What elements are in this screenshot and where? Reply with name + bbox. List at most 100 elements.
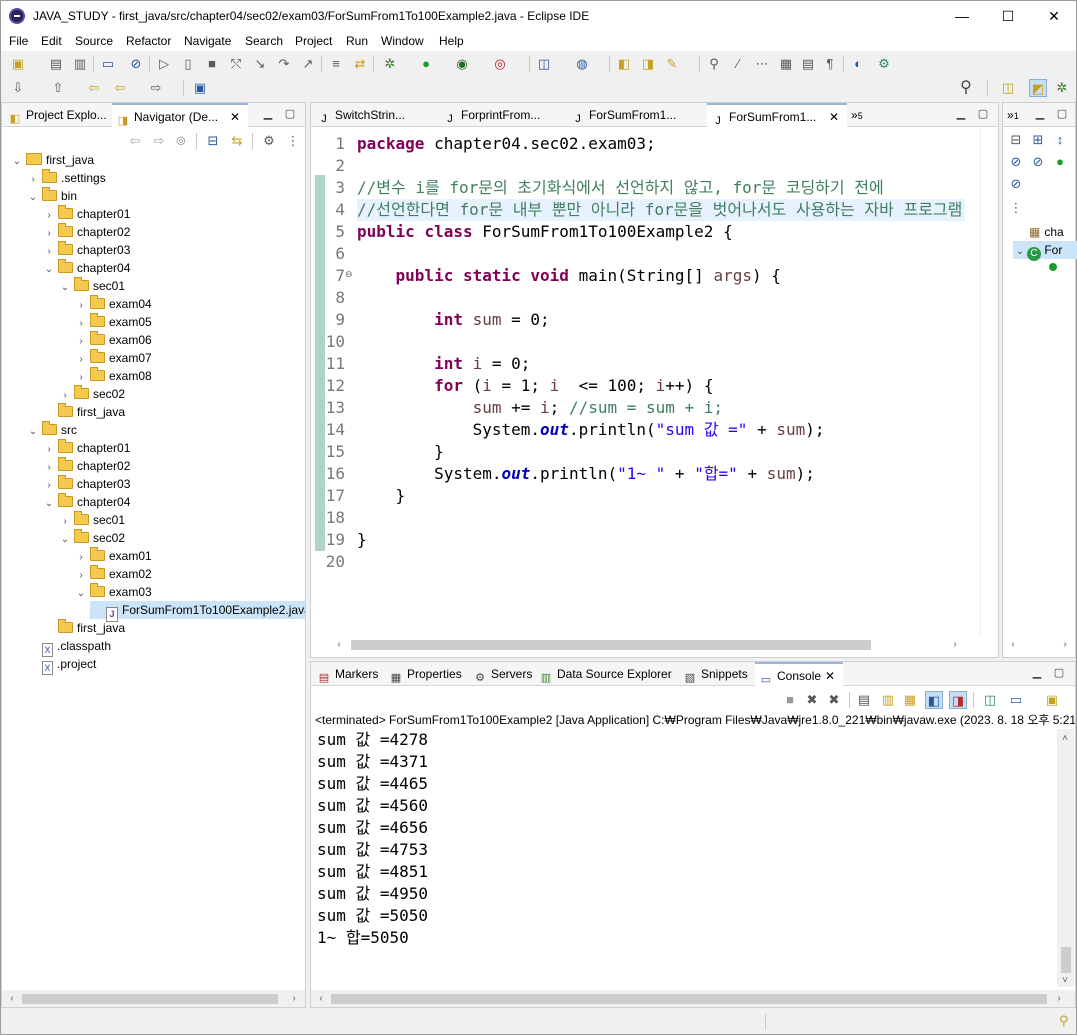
view-menu-icon[interactable]: ⋮ [284,132,302,150]
minimize-icon[interactable]: ▁ [1033,107,1047,121]
tab-snippets[interactable]: ▧ Snippets [681,662,751,686]
editor-h-scrollbar[interactable]: ‹ › [311,636,998,653]
maximize-icon[interactable]: ▢ [1055,107,1069,121]
tree-item[interactable]: ⌄ src [26,421,77,439]
tree-item[interactable]: › exam06 [74,331,152,349]
close-icon[interactable]: ✕ [825,664,835,686]
terminate-icon[interactable]: ■ [781,691,799,709]
tab-properties[interactable]: ▦ Properties [387,662,465,686]
debug-icon[interactable]: ✲ [381,55,399,73]
annotation-icon[interactable]: ⚲ [705,55,723,73]
hide-fields-icon[interactable]: ⊘ [1007,153,1025,171]
tree-item[interactable]: ⌄ sec02 [58,529,125,547]
tab-markers[interactable]: ▤ Markers [315,662,383,686]
fold-toggle-icon[interactable]: ⊖ [345,269,353,280]
menu-search[interactable]: Search [245,34,283,48]
method-icon[interactable] [1049,263,1057,271]
tree-item[interactable]: X .project [26,655,96,675]
menu-source[interactable]: Source [75,34,113,48]
tree-item[interactable]: › .settings [26,169,106,187]
tree-item[interactable]: ⌄ chapter04 [42,259,130,277]
new-java-project-icon[interactable]: ◫ [535,55,553,73]
scroll-left-icon[interactable]: ‹ [1005,637,1021,653]
code-line[interactable]: int sum = 0; [357,309,550,331]
menu-run[interactable]: Run [346,34,368,48]
code-line[interactable]: System.out.println("sum 값 =" + sum); [357,419,825,441]
code-line[interactable]: //변수 i를 for문의 초기화식에서 선언하지 않고, for문 코딩하기 … [357,177,884,199]
scroll-thumb[interactable] [22,994,278,1004]
debug-perspective-icon[interactable]: ✲ [1053,79,1071,97]
tree-item[interactable]: ⌄ bin [26,187,77,205]
save-all-icon[interactable]: ▥ [71,55,89,73]
minimize-icon[interactable]: ▁ [261,107,275,121]
resume-icon[interactable]: ▷ [155,55,173,73]
console-output[interactable]: sum 값 =4278 sum 값 =4371 sum 값 =4465 sum 값 =… [311,729,1058,987]
close-button[interactable]: ✕ [1031,1,1077,31]
search-icon[interactable]: ⚲ [957,79,975,97]
code-line[interactable]: public class ForSumFrom1To100Example2 { [357,221,733,243]
tab-forsum-1[interactable]: J ForSumFrom1... [567,103,705,127]
use-step-filters-icon[interactable]: ≡ [327,55,345,73]
chevron-down-icon[interactable]: ⌄ [42,495,56,513]
tab-forprint-from[interactable]: J ForprintFrom... [439,103,563,127]
minimize-icon[interactable]: ▁ [954,107,968,121]
code-line[interactable]: System.out.println("1~ " + "합=" + sum); [357,463,815,485]
forward-icon[interactable]: ⇨ [147,79,165,97]
open-console-icon[interactable]: ▣ [1043,691,1061,709]
word-wrap-icon[interactable]: ▦ [901,691,919,709]
scroll-left-icon[interactable]: ‹ [4,991,20,1007]
tree-item[interactable]: ⌄ sec01 [58,277,125,295]
view-menu-icon[interactable]: ⋮ [1007,199,1025,217]
tree-item[interactable]: › chapter01 [42,439,130,457]
tab-servers[interactable]: ⚙ Servers [471,662,533,686]
menu-refactor[interactable]: Refactor [126,34,171,48]
tree-item[interactable]: J ForSumFrom1To100Example2.java [90,601,305,622]
menu-edit[interactable]: Edit [41,34,62,48]
collapse-icon[interactable]: ⊟ [1007,131,1025,149]
code-line[interactable]: public static void main(String[] args) { [357,265,781,287]
tree-item[interactable]: › chapter03 [42,241,130,259]
tree-item[interactable]: › sec02 [58,385,125,403]
toggle-breadcrumb-icon[interactable]: ⋯ [753,55,771,73]
run-icon[interactable]: ● [417,55,435,73]
new-class-icon[interactable]: ◍ [573,55,591,73]
chevron-down-icon[interactable]: ⌄ [74,585,88,603]
sort-icon[interactable]: ⊞ [1029,131,1047,149]
tree-item[interactable]: › sec01 [58,511,125,529]
navigator-h-scrollbar[interactable]: ‹ › [2,990,305,1007]
tree-item[interactable]: X .classpath [26,637,111,657]
tree-item[interactable]: › exam02 [74,565,152,583]
menu-window[interactable]: Window [381,34,424,48]
close-icon[interactable]: ✕ [230,105,240,127]
outline-h-scrollbar[interactable]: ‹ › [1003,636,1075,653]
maximize-icon[interactable]: ▢ [1052,666,1066,680]
show-whitespace-icon[interactable]: ▤ [799,55,817,73]
remove-all-icon[interactable]: ✖ [825,691,843,709]
outline-class-item[interactable]: ⌄ C For [1013,241,1077,261]
chevron-down-icon[interactable]: ⌄ [42,261,56,279]
tree-item[interactable]: › chapter02 [42,457,130,475]
coverage-icon[interactable]: ◉ [453,55,471,73]
maximize-button[interactable]: ☐ [985,1,1031,31]
code-editor[interactable]: 1 package chapter04.sec02.exam03; 2 3 //변수 i… [311,131,965,636]
tip-icon[interactable]: ⚲ [1059,1013,1069,1029]
block-selection-icon[interactable]: ▦ [777,55,795,73]
chevron-down-icon[interactable]: ⌄ [58,531,72,549]
last-edit-icon[interactable]: ⇦ [85,79,103,97]
scroll-left-icon[interactable]: ‹ [313,991,329,1007]
tree-item[interactable]: › exam07 [74,349,152,367]
tab-data-source-explorer[interactable]: ▥ Data Source Explorer [537,662,677,686]
prev-annotation-icon[interactable]: ⇧ [49,79,67,97]
pin-editor-icon[interactable]: ▣ [191,79,209,97]
menu-project[interactable]: Project [295,34,332,48]
tab-outline-overflow[interactable]: »1 [1007,103,1027,127]
remove-launch-icon[interactable]: ✖ [803,691,821,709]
clear-console-icon[interactable]: ▤ [855,691,873,709]
tree-item[interactable]: first_java [42,403,125,421]
tree-item[interactable]: › exam08 [74,367,152,385]
step-into-icon[interactable]: ↘ [251,55,269,73]
scroll-right-icon[interactable]: › [1051,991,1067,1007]
scroll-up-icon[interactable]: ˄ [1057,731,1073,747]
hide-nonpublic-icon[interactable]: ● [1051,153,1069,171]
maximize-icon[interactable]: ▢ [283,107,297,121]
